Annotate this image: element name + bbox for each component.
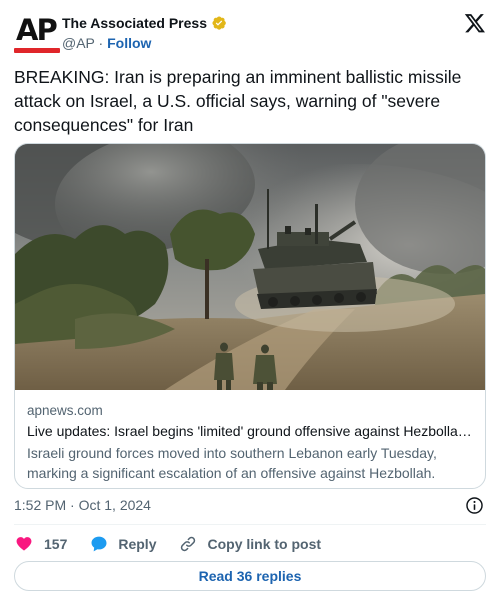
author-name[interactable]: The Associated Press (62, 15, 207, 31)
reply-label: Reply (118, 536, 157, 552)
verified-badge-icon (212, 16, 226, 30)
post-meta: 1:52 PM · Oct 1, 2024 (14, 495, 486, 515)
heart-icon (16, 537, 32, 551)
link-preview-card[interactable]: apnews.com Live updates: Israel begins '… (14, 143, 486, 489)
avatar-logo-text: AP (16, 13, 58, 47)
avatar-logo-bar (14, 48, 60, 53)
info-icon[interactable] (465, 496, 484, 515)
link-title[interactable]: Live updates: Israel begins 'limited' gr… (27, 421, 475, 442)
link-icon (181, 536, 196, 552)
post-text: BREAKING: Iran is preparing an imminent … (14, 67, 462, 135)
read-replies-label: Read 36 replies (198, 568, 302, 584)
read-replies-button[interactable]: Read 36 replies (14, 561, 486, 591)
post-timestamp[interactable]: 1:52 PM · Oct 1, 2024 (14, 497, 151, 513)
avatar[interactable]: AP (14, 14, 62, 58)
like-count: 157 (44, 536, 68, 552)
divider (14, 524, 486, 525)
copy-link-label: Copy link to post (207, 536, 322, 552)
link-preview-image (15, 144, 485, 390)
speech-bubble-icon (91, 536, 107, 552)
author-handle[interactable]: @AP (62, 35, 95, 51)
author-block: The Associated Press @AP · Follow (62, 13, 227, 53)
tank-photo-illustration (15, 144, 485, 390)
handle-separator: · (94, 35, 108, 51)
reply-button[interactable]: Reply (89, 534, 156, 554)
embedded-post-card: AP The Associated Press @AP · Follow BRE… (0, 0, 500, 605)
like-button[interactable]: 157 (14, 534, 67, 554)
copy-link-button[interactable]: Copy link to post (178, 534, 321, 554)
link-domain: apnews.com (27, 403, 103, 418)
post-actions: 157 Reply Copy link to post (14, 532, 343, 556)
link-preview-text: apnews.com Live updates: Israel begins '… (27, 401, 475, 483)
x-logo-icon[interactable] (464, 12, 486, 34)
post-header: AP The Associated Press @AP · Follow (14, 10, 486, 58)
follow-link[interactable]: Follow (107, 35, 151, 51)
link-description: Israeli ground forces moved into souther… (27, 445, 437, 481)
